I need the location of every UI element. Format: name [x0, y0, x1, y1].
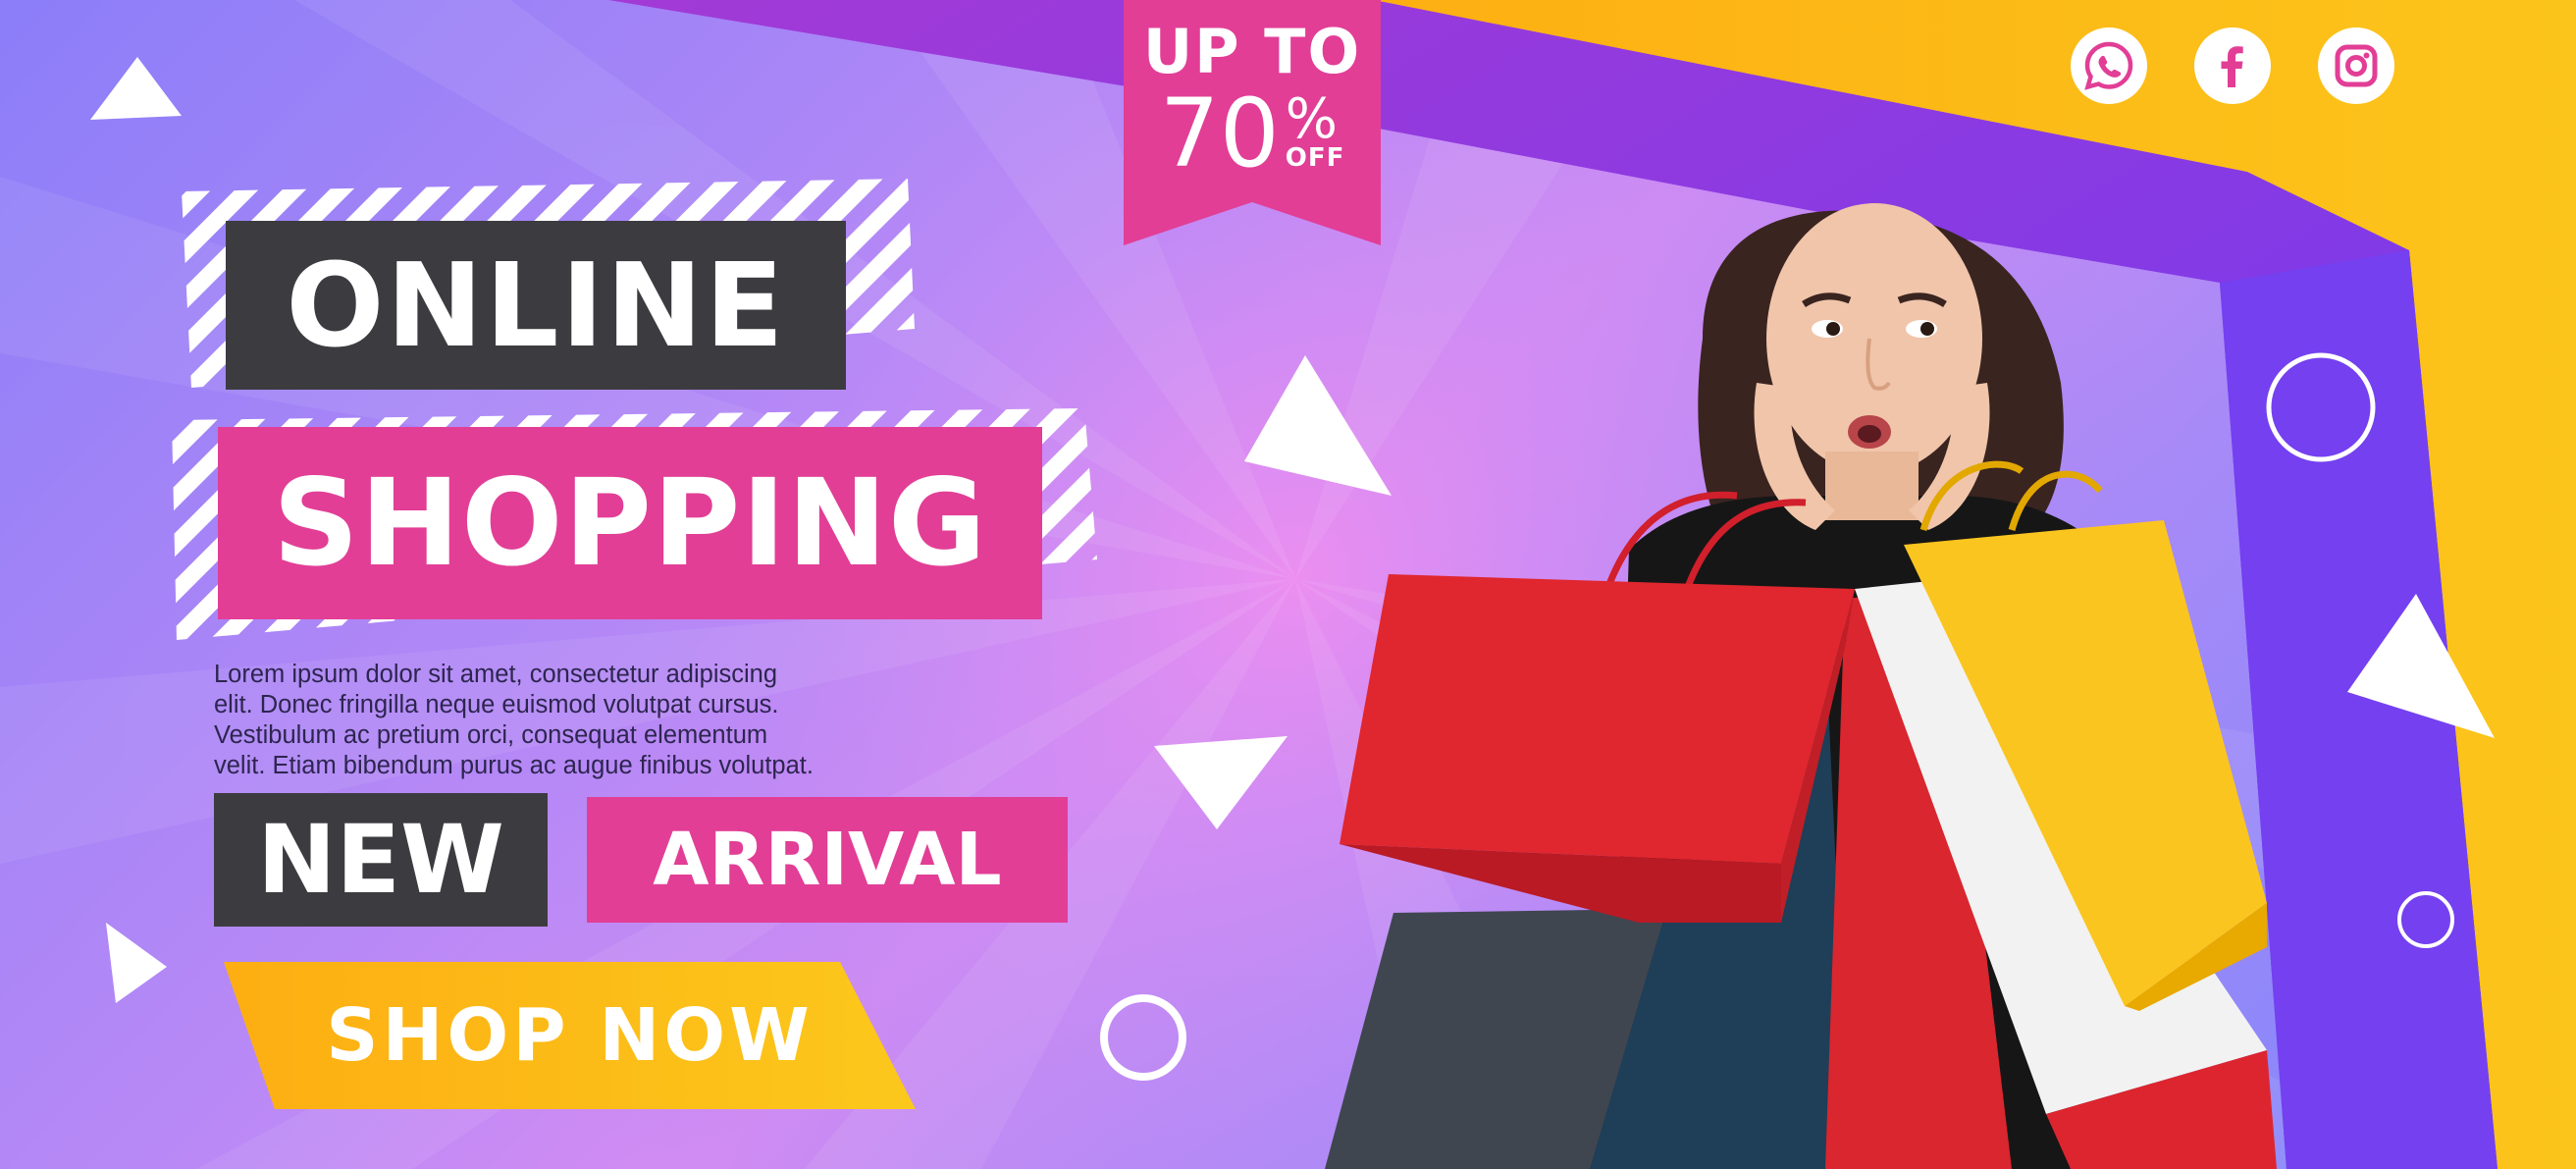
arrival-tag: ARRIVAL: [587, 797, 1068, 923]
whatsapp-icon: [2084, 41, 2133, 90]
discount-amount-row: 70 % OFF: [1125, 86, 1380, 181]
description-text: Lorem ipsum dolor sit amet, consectetur …: [214, 660, 920, 781]
discount-badge: UP TO 70 % OFF: [1125, 16, 1380, 182]
discount-amount: 70: [1159, 79, 1280, 188]
discount-percent-sign: %: [1285, 87, 1338, 151]
new-tag-label: NEW: [257, 805, 504, 915]
red-shopping-bag-front: [1340, 574, 1855, 864]
facebook-icon: [2221, 46, 2243, 87]
description-line: Vestibulum ac pretium orci, consequat el…: [214, 721, 768, 749]
shop-now-label: SHOP NOW: [326, 993, 814, 1078]
discount-side: % OFF: [1285, 87, 1345, 173]
description-line: velit. Etiam bibendum purus ac augue fin…: [214, 752, 814, 779]
neck: [1825, 452, 1919, 520]
headline-shopping-box: SHOPPING: [218, 427, 1042, 619]
discount-prefix: UP TO: [1142, 16, 1362, 87]
pupil: [1920, 322, 1934, 336]
facebook-button[interactable]: [2194, 27, 2271, 104]
headline-online: ONLINE: [286, 238, 786, 373]
mouth-inner: [1858, 425, 1881, 443]
pupil: [1826, 322, 1840, 336]
headline-shopping: SHOPPING: [272, 453, 988, 593]
instagram-button[interactable]: [2318, 27, 2394, 104]
shop-now-button[interactable]: SHOP NOW: [224, 962, 916, 1109]
arrival-tag-label: ARRIVAL: [653, 818, 1002, 902]
banner: ONLINE SHOPPING Lorem ipsum dolor sit am…: [0, 0, 2576, 1169]
headline-online-box: ONLINE: [226, 221, 846, 390]
whatsapp-button[interactable]: [2071, 27, 2147, 104]
instagram-icon: [2335, 44, 2378, 87]
discount-suffix: OFF: [1285, 143, 1345, 173]
new-tag: NEW: [214, 793, 548, 927]
description-line: elit. Donec fringilla neque euismod volu…: [214, 691, 779, 718]
description-line: Lorem ipsum dolor sit amet, consectetur …: [214, 661, 778, 688]
